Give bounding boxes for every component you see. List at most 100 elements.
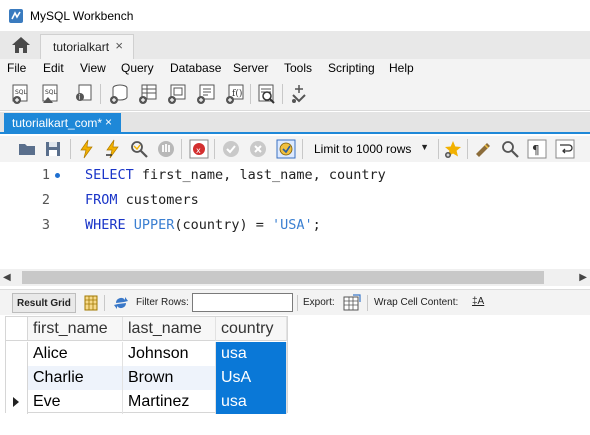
rollback-icon[interactable] bbox=[248, 139, 268, 159]
toolbar-separator bbox=[302, 139, 303, 159]
filter-rows-input[interactable] bbox=[192, 293, 293, 312]
table-cell-selected[interactable]: UsA bbox=[216, 366, 287, 390]
wrap-cell-toggle-icon[interactable]: ‡A bbox=[472, 296, 484, 307]
workbench-window: MySQL Workbench tutorialkart × File Edit… bbox=[0, 0, 590, 435]
wrap-lines-icon[interactable] bbox=[555, 139, 575, 159]
line-number: 2 bbox=[41, 192, 50, 208]
main-toolbar: SQL SQL i f() bbox=[0, 79, 590, 111]
sql-keyword: SELECT bbox=[85, 167, 134, 183]
auto-commit-icon[interactable] bbox=[276, 139, 296, 159]
column-header-first-name[interactable]: first_name bbox=[28, 317, 123, 341]
result-grid[interactable]: first_name last_name country Alice Johns… bbox=[5, 316, 288, 414]
home-icon[interactable] bbox=[10, 36, 32, 54]
close-icon[interactable]: × bbox=[115, 38, 123, 53]
table-cell[interactable]: Brown bbox=[123, 366, 216, 390]
invisible-characters-icon[interactable]: ¶ bbox=[527, 139, 547, 159]
reconnect-icon[interactable] bbox=[288, 83, 310, 105]
title-bar: MySQL Workbench bbox=[0, 0, 590, 31]
wrap-cell-content-label: Wrap Cell Content: bbox=[374, 297, 459, 308]
column-header-last-name[interactable]: last_name bbox=[123, 317, 216, 341]
sql-editor[interactable]: 1 2 3 SELECT first_name, last_name, coun… bbox=[0, 162, 590, 267]
open-folder-icon[interactable] bbox=[17, 139, 37, 159]
table-cell[interactable]: Johnson bbox=[123, 342, 216, 366]
execute-icon[interactable] bbox=[77, 139, 97, 159]
schema-inspector-icon[interactable]: i bbox=[72, 83, 94, 105]
connection-tab[interactable]: tutorialkart × bbox=[40, 34, 134, 59]
menu-edit[interactable]: Edit bbox=[43, 61, 64, 75]
toolbar-separator bbox=[214, 139, 215, 159]
sql-string: 'USA' bbox=[271, 217, 313, 233]
stop-icon[interactable] bbox=[156, 139, 176, 159]
find-replace-icon[interactable] bbox=[500, 139, 520, 159]
result-grid-button[interactable]: Result Grid bbox=[12, 293, 76, 313]
create-function-icon[interactable]: f() bbox=[224, 83, 246, 105]
table-cell[interactable]: Eve bbox=[28, 390, 123, 414]
toolbar-separator bbox=[438, 139, 439, 159]
search-table-data-icon[interactable] bbox=[256, 83, 278, 105]
scroll-right-icon[interactable]: ▶ bbox=[579, 272, 587, 283]
row-header-corner bbox=[6, 317, 28, 341]
menu-help[interactable]: Help bbox=[389, 61, 414, 75]
menu-query[interactable]: Query bbox=[121, 61, 154, 75]
sql-editor-tab[interactable]: tutorialkart_com* × bbox=[4, 113, 121, 134]
editor-horizontal-scrollbar[interactable]: ◀ ▶ bbox=[0, 269, 590, 286]
sql-editor-toolbar: x Limit to 1000 rows ▼ ¶ bbox=[0, 136, 590, 162]
scroll-left-icon[interactable]: ◀ bbox=[3, 272, 11, 283]
svg-text:SQL: SQL bbox=[15, 89, 28, 96]
menu-scripting[interactable]: Scripting bbox=[328, 61, 375, 75]
commit-icon[interactable] bbox=[221, 139, 241, 159]
column-header-country[interactable]: country bbox=[216, 317, 287, 341]
toolbar-separator bbox=[70, 139, 71, 159]
export-icon[interactable] bbox=[343, 294, 361, 312]
grid-layout-icon[interactable] bbox=[84, 295, 98, 311]
limit-rows-label: Limit to 1000 rows bbox=[314, 142, 412, 156]
toolbar-separator bbox=[467, 139, 468, 159]
create-schema-icon[interactable] bbox=[108, 83, 130, 105]
menu-view[interactable]: View bbox=[80, 61, 106, 75]
open-sql-script-icon[interactable]: SQL bbox=[40, 83, 62, 105]
sql-function: UPPER bbox=[125, 217, 175, 233]
filter-rows-label: Filter Rows: bbox=[136, 297, 189, 308]
window-title: MySQL Workbench bbox=[30, 9, 134, 23]
connection-tab-label: tutorialkart bbox=[53, 40, 110, 54]
menu-tools[interactable]: Tools bbox=[284, 61, 312, 75]
menu-database[interactable]: Database bbox=[170, 61, 221, 75]
current-line-marker-icon bbox=[55, 173, 60, 178]
execute-current-statement-icon[interactable] bbox=[103, 139, 123, 159]
create-table-icon[interactable] bbox=[137, 83, 159, 105]
code-line: FROM customers bbox=[85, 192, 199, 208]
sql-keyword: FROM bbox=[85, 192, 118, 208]
sql-text: first_name, last_name, country bbox=[133, 167, 386, 183]
table-cell-selected[interactable]: usa bbox=[216, 342, 287, 366]
add-snippet-icon[interactable] bbox=[443, 139, 463, 159]
toolbar-separator bbox=[297, 295, 298, 311]
sql-text: customers bbox=[117, 192, 199, 208]
refresh-icon[interactable] bbox=[113, 295, 129, 311]
menu-server[interactable]: Server bbox=[233, 61, 268, 75]
table-cell[interactable]: Alice bbox=[28, 342, 123, 366]
close-icon[interactable]: × bbox=[105, 115, 112, 129]
beautify-query-icon[interactable] bbox=[473, 139, 493, 159]
new-sql-tab-icon[interactable]: SQL bbox=[10, 83, 32, 105]
row-indicator[interactable] bbox=[6, 342, 28, 366]
create-view-icon[interactable] bbox=[166, 83, 188, 105]
menu-file[interactable]: File bbox=[7, 61, 26, 75]
sql-editor-tab-label: tutorialkart_com* bbox=[12, 116, 103, 130]
table-cell[interactable]: Charlie bbox=[28, 366, 123, 390]
svg-text:¶: ¶ bbox=[532, 143, 540, 157]
limit-rows-select[interactable]: Limit to 1000 rows ▼ bbox=[308, 139, 435, 159]
table-cell-selected[interactable]: usa bbox=[216, 390, 287, 414]
toggle-stop-on-error-icon[interactable]: x bbox=[189, 139, 209, 159]
export-label: Export: bbox=[303, 297, 335, 308]
save-icon[interactable] bbox=[43, 139, 63, 159]
toolbar-separator bbox=[250, 84, 251, 104]
explain-icon[interactable] bbox=[129, 139, 149, 159]
create-procedure-icon[interactable] bbox=[195, 83, 217, 105]
row-indicator-current[interactable] bbox=[6, 390, 28, 414]
table-cell[interactable]: Martinez bbox=[123, 390, 216, 414]
sql-text: (country) = bbox=[174, 217, 272, 233]
scrollbar-thumb[interactable] bbox=[22, 271, 544, 284]
toolbar-separator bbox=[100, 84, 101, 104]
row-indicator[interactable] bbox=[6, 366, 28, 390]
result-toolbar: Result Grid Filter Rows: Export: Wrap Ce… bbox=[0, 289, 590, 315]
